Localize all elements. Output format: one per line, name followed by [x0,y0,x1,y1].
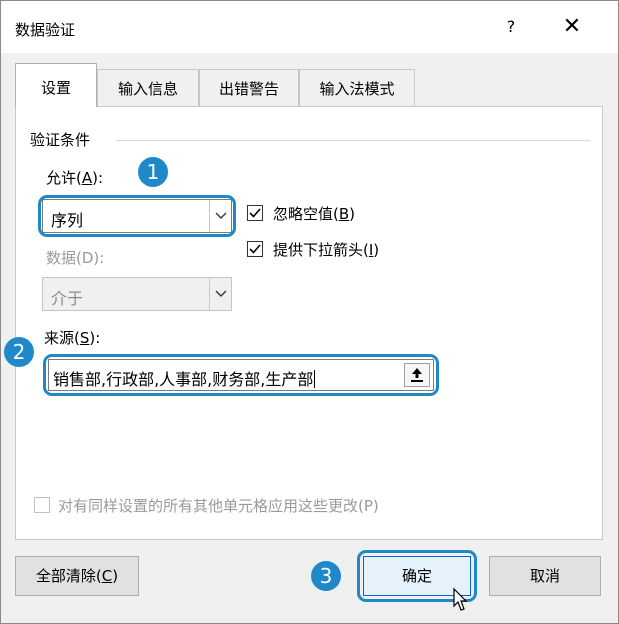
group-divider [116,140,590,141]
tab-error-alert[interactable]: 出错警告 [199,69,299,106]
dropdown-arrow-label: 提供下拉箭头(I) [273,241,380,259]
allow-label: 允许(A): [46,169,104,187]
ignore-blank-label: 忽略空值(B) [273,205,356,223]
help-button[interactable]: ? [497,13,525,41]
clear-all-button[interactable]: 全部清除(C) [15,556,139,596]
tab-input-message[interactable]: 输入信息 [97,69,199,106]
source-highlight [43,354,439,396]
source-label: 来源(S): [44,329,101,347]
step-1-badge: 1 [138,157,168,187]
chevron-down-icon [209,278,231,310]
validation-criteria-label: 验证条件 [30,129,97,150]
apply-all-label: 对有同样设置的所有其他单元格应用这些更改(P) [58,497,379,515]
check-icon [249,208,261,218]
apply-all-checkbox [34,497,50,513]
ignore-blank-checkbox[interactable] [247,205,263,221]
data-select: 介于 [42,277,232,311]
settings-panel: 验证条件 允许(A): 1 序列 忽略空值(B) 提供下拉箭头(I) 数据(D)… [4,106,603,540]
tab-label: 输入信息 [117,80,178,98]
title-bar: 数据验证 ? ✕ [1,1,618,53]
tab-label: 出错警告 [218,80,279,98]
dialog-title: 数据验证 [15,21,76,39]
check-icon [249,244,261,254]
data-label: 数据(D): [46,249,105,267]
cancel-button[interactable]: 取消 [489,556,601,596]
data-value: 介于 [51,289,84,308]
step-2-badge: 2 [4,337,34,367]
step-3-badge: 3 [311,561,341,591]
data-validation-dialog: 数据验证 ? ✕ 设置 输入信息 出错警告 输入法模式 验证条件 允许(A): … [0,0,619,624]
tab-settings[interactable]: 设置 [15,63,97,107]
tab-label: 设置 [40,79,71,97]
allow-highlight [38,195,236,237]
mouse-cursor-icon [453,587,468,611]
tab-label: 输入法模式 [319,80,395,98]
tab-ime-mode[interactable]: 输入法模式 [299,69,415,106]
close-button[interactable]: ✕ [555,13,589,41]
dropdown-arrow-checkbox[interactable] [247,241,263,257]
